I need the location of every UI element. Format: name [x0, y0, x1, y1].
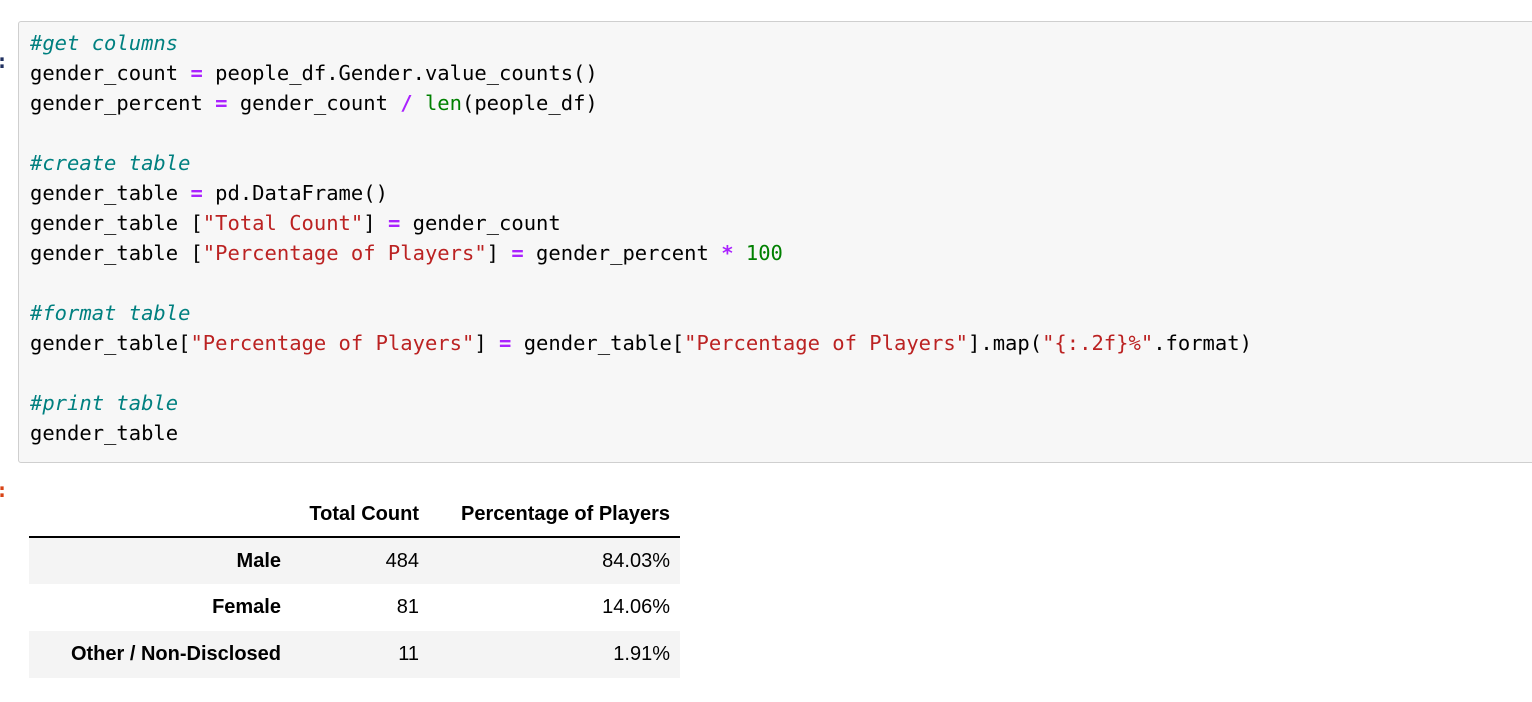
code-token-plain: ]: [486, 241, 512, 265]
code-token-str: "Total Count": [202, 211, 364, 235]
code-line: #format table: [30, 298, 1532, 328]
code-token-op: =: [190, 61, 203, 85]
code-token-plain: gender_count: [30, 61, 191, 85]
code-line: gender_count = people_df.Gender.value_co…: [30, 58, 1532, 88]
code-token-plain: gender_table [: [30, 211, 203, 235]
code-token-str: "Percentage of Players": [202, 241, 487, 265]
table-row: Other / Non-Disclosed 11 1.91%: [29, 631, 680, 678]
column-header-percentage-of-players: Percentage of Players: [444, 503, 680, 538]
cell-total-count: 484: [385, 549, 419, 572]
code-line: gender_table = pd.DataFrame(): [30, 178, 1532, 208]
code-token-plain: gender_percent: [523, 241, 722, 265]
code-line: gender_table ["Total Count"] = gender_co…: [30, 208, 1532, 238]
table-row: Female 81 14.06%: [29, 584, 680, 631]
code-token-str: "Percentage of Players": [684, 331, 969, 355]
code-token-str: "Percentage of Players": [190, 331, 475, 355]
row-index-label: Other / Non-Disclosed: [70, 643, 281, 665]
cell-percentage-of-players: 84.03%: [602, 549, 670, 572]
code-token-plain: gender_percent: [30, 91, 216, 115]
code-token-num: 100: [745, 241, 783, 265]
code-line: #get columns: [30, 28, 1532, 58]
code-token-plain: pd.DataFrame(): [202, 181, 388, 205]
column-header-index: [29, 503, 306, 538]
code-token-plain: gender_table[: [30, 331, 191, 355]
code-token-comment: #format table: [30, 301, 191, 325]
column-header-total-count: Total Count: [306, 503, 444, 538]
code-token-plain: gender_table: [30, 181, 191, 205]
code-token-plain: gender_count: [227, 91, 401, 115]
cell-total-count: 81: [396, 596, 419, 618]
code-token-plain: gender_count: [400, 211, 561, 235]
code-line: #create table: [30, 148, 1532, 178]
code-cell-container: : #get columns gender_count = people_df.G…: [0, 21, 1532, 463]
code-token-plain: ]: [363, 211, 388, 235]
code-line: gender_table["Percentage of Players"] = …: [30, 328, 1532, 358]
table-body: Male 484 84.03% Female 81 14.06% Other / Non-D…: [29, 537, 680, 678]
row-index-label: Female: [212, 596, 281, 618]
code-token-op: =: [499, 331, 512, 355]
code-token-op: *: [721, 241, 734, 265]
cell-percentage-of-players: 14.06%: [602, 596, 670, 618]
code-token-op: =: [387, 211, 401, 235]
input-prompt-label: :: [0, 51, 8, 71]
code-token-plain: people_df.Gender.value_counts(): [202, 61, 598, 85]
table-header-row: Total Count Percentage of Players: [29, 503, 680, 538]
code-token-plain: ].map(: [968, 331, 1043, 355]
code-line: #print table: [30, 388, 1532, 418]
code-token-builtin: len: [424, 91, 462, 115]
cell-percentage-of-players: 1.91%: [613, 643, 670, 665]
code-line: gender_percent = gender_count / len(peop…: [30, 88, 1532, 118]
code-token-op: /: [400, 91, 413, 115]
code-line: gender_table ["Percentage of Players"] =…: [30, 238, 1532, 268]
code-token-op: =: [511, 241, 524, 265]
dataframe-output-table: Total Count Percentage of Players Male 48…: [29, 503, 680, 678]
row-index-label: Male: [236, 549, 281, 572]
code-token-plain: .format): [1153, 331, 1252, 355]
code-source-text[interactable]: #get columns gender_count = people_df.Gen…: [30, 28, 1532, 462]
code-token-str: "{:.2f}%": [1042, 331, 1154, 355]
code-token-plain: gender_table [: [30, 241, 203, 265]
cell-total-count: 11: [398, 643, 419, 665]
code-token-comment: #get columns: [30, 31, 179, 55]
code-token-op: =: [190, 181, 203, 205]
table-row: Male 484 84.03%: [29, 537, 680, 584]
code-token-comment: #create table: [30, 151, 191, 175]
table-head: Total Count Percentage of Players: [29, 503, 680, 538]
output-prompt-label: :: [0, 480, 8, 500]
code-token-op: =: [215, 91, 228, 115]
code-editor-area[interactable]: #get columns gender_count = people_df.Gen…: [18, 21, 1532, 463]
code-token-plain: (people_df): [462, 91, 598, 115]
code-token-plain: gender_table[: [511, 331, 685, 355]
code-token-plain: gender_table: [30, 421, 179, 445]
code-token-plain: ]: [474, 331, 500, 355]
code-line: gender_table: [30, 418, 1532, 448]
code-token-comment: #print table: [30, 391, 179, 415]
